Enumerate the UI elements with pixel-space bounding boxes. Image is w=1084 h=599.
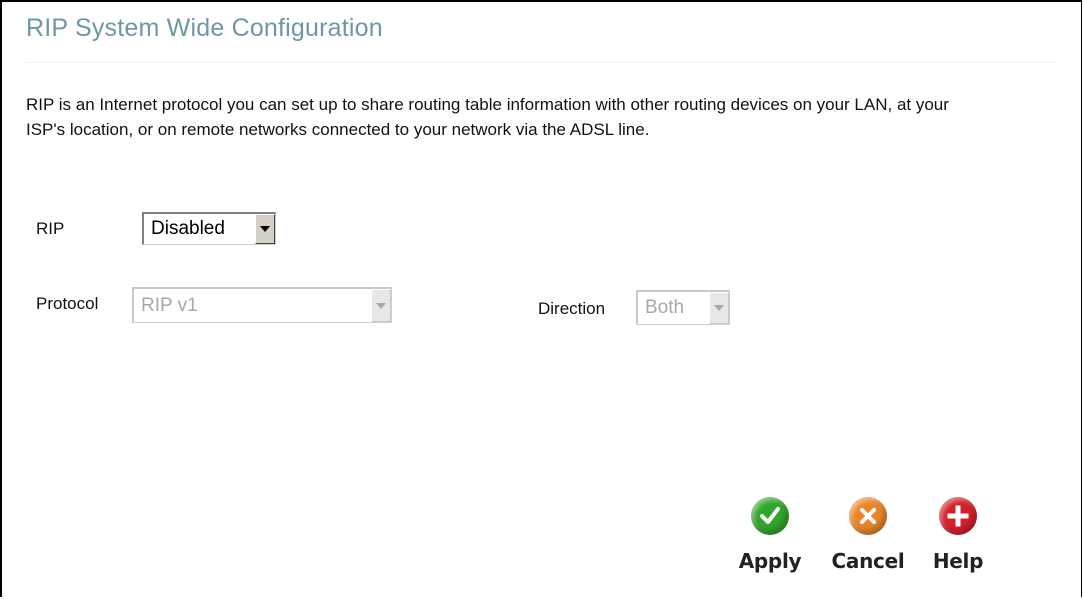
page-description: RIP is an Internet protocol you can set … — [26, 95, 949, 139]
cancel-label: Cancel — [831, 549, 905, 573]
rip-select-value: Disabled — [151, 218, 225, 239]
help-label: Help — [932, 549, 984, 573]
page-title: RIP System Wide Configuration — [26, 14, 383, 42]
cancel-button[interactable]: Cancel — [828, 497, 908, 573]
direction-select-value: Both — [645, 297, 685, 318]
chevron-down-icon[interactable] — [371, 289, 391, 322]
rip-label: RIP — [36, 219, 65, 238]
title-divider — [26, 62, 1056, 63]
protocol-select[interactable]: RIP v1 — [132, 287, 392, 323]
apply-label: Apply — [738, 549, 802, 573]
help-button[interactable]: Help — [918, 497, 998, 573]
x-icon — [849, 497, 887, 535]
chevron-down-icon[interactable] — [255, 214, 275, 244]
direction-label: Direction — [538, 299, 606, 318]
direction-select[interactable]: Both — [636, 290, 730, 325]
rip-select[interactable]: Disabled — [142, 212, 276, 245]
protocol-label: Protocol — [36, 294, 99, 313]
chevron-down-icon[interactable] — [709, 292, 729, 324]
apply-button[interactable]: Apply — [730, 497, 810, 573]
protocol-select-value: RIP v1 — [141, 294, 198, 316]
checkmark-icon — [751, 497, 789, 535]
plus-icon — [939, 497, 977, 535]
